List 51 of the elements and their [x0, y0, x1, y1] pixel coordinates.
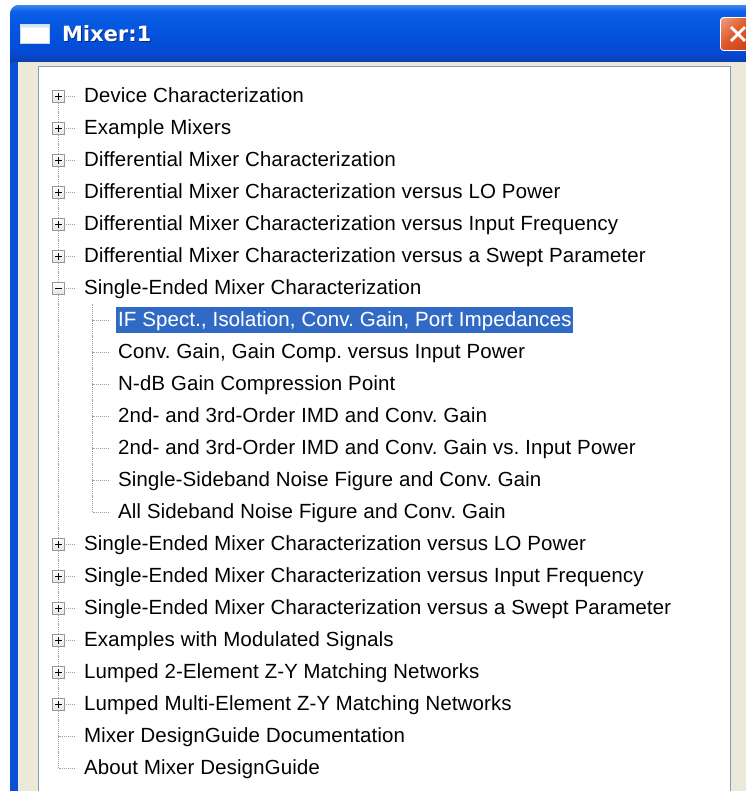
tree-item[interactable]: Mixer DesignGuide Documentation	[82, 723, 407, 749]
expand-toggle[interactable]	[52, 186, 65, 199]
tree-item[interactable]: Single-Ended Mixer Characterization versus Input Frequency	[82, 563, 646, 589]
tree-item[interactable]: Differential Mixer Characterization versus LO Power	[82, 179, 562, 205]
expand-toggle[interactable]	[52, 698, 65, 711]
tree-item[interactable]: All Sideband Noise Figure and Conv. Gain	[116, 499, 508, 525]
expand-toggle[interactable]	[52, 250, 65, 263]
expand-toggle[interactable]	[52, 154, 65, 167]
expand-toggle[interactable]	[52, 570, 65, 583]
expand-toggle[interactable]	[52, 634, 65, 647]
plus-icon	[53, 187, 64, 198]
close-button[interactable]	[720, 16, 746, 50]
tree-item[interactable]: Example Mixers	[82, 115, 234, 141]
tree-item[interactable]: Lumped 2-Element Z-Y Matching Networks	[82, 659, 482, 685]
tree-item[interactable]: Examples with Modulated Signals	[82, 627, 396, 653]
tree-item[interactable]: Differential Mixer Characterization versus Input Frequency	[82, 211, 620, 237]
plus-icon	[53, 219, 64, 230]
tree-item[interactable]: IF Spect., Isolation, Conv. Gain, Port Impedances	[116, 307, 574, 333]
plus-icon	[53, 603, 64, 614]
expand-toggle[interactable]	[52, 218, 65, 231]
plus-icon	[53, 91, 64, 102]
tree-item[interactable]: Device Characterization	[82, 83, 306, 109]
plus-icon	[53, 635, 64, 646]
expand-toggle[interactable]	[52, 122, 65, 135]
tree-item[interactable]: 2nd- and 3rd-Order IMD and Conv. Gain	[116, 403, 490, 429]
plus-icon	[53, 251, 64, 262]
tree-item[interactable]: Single-Ended Mixer Characterization	[82, 275, 424, 301]
tree-item[interactable]: Differential Mixer Characterization versus a Swept Parameter	[82, 243, 648, 269]
tree-item[interactable]: About Mixer DesignGuide	[82, 755, 322, 781]
plus-icon	[53, 667, 64, 678]
tree-item[interactable]: 2nd- and 3rd-Order IMD and Conv. Gain vs. Input Power	[116, 435, 638, 461]
expand-toggle[interactable]	[52, 538, 65, 551]
tree-item[interactable]: Single-Ended Mixer Characterization versus LO Power	[82, 531, 588, 557]
window-icon	[20, 24, 50, 44]
plus-icon	[53, 123, 64, 134]
close-icon	[728, 24, 746, 44]
tree-item[interactable]: Lumped Multi-Element Z-Y Matching Networks	[82, 691, 514, 717]
tree-item[interactable]: Conv. Gain, Gain Comp. versus Input Power	[116, 339, 528, 365]
tree-item[interactable]: Single-Sideband Noise Figure and Conv. Gain	[116, 467, 544, 493]
tree-item[interactable]: Differential Mixer Characterization	[82, 147, 398, 173]
plus-icon	[53, 699, 64, 710]
tree-item[interactable]: N-dB Gain Compression Point	[116, 371, 398, 397]
expand-toggle[interactable]	[52, 90, 65, 103]
expand-toggle[interactable]	[52, 666, 65, 679]
tree-item[interactable]: Single-Ended Mixer Characterization versus a Swept Parameter	[82, 595, 674, 621]
expand-toggle[interactable]	[52, 602, 65, 615]
plus-icon	[53, 571, 64, 582]
plus-icon	[53, 155, 64, 166]
collapse-toggle[interactable]	[52, 282, 65, 295]
plus-icon	[53, 539, 64, 550]
window-title: Mixer:1	[62, 22, 152, 46]
